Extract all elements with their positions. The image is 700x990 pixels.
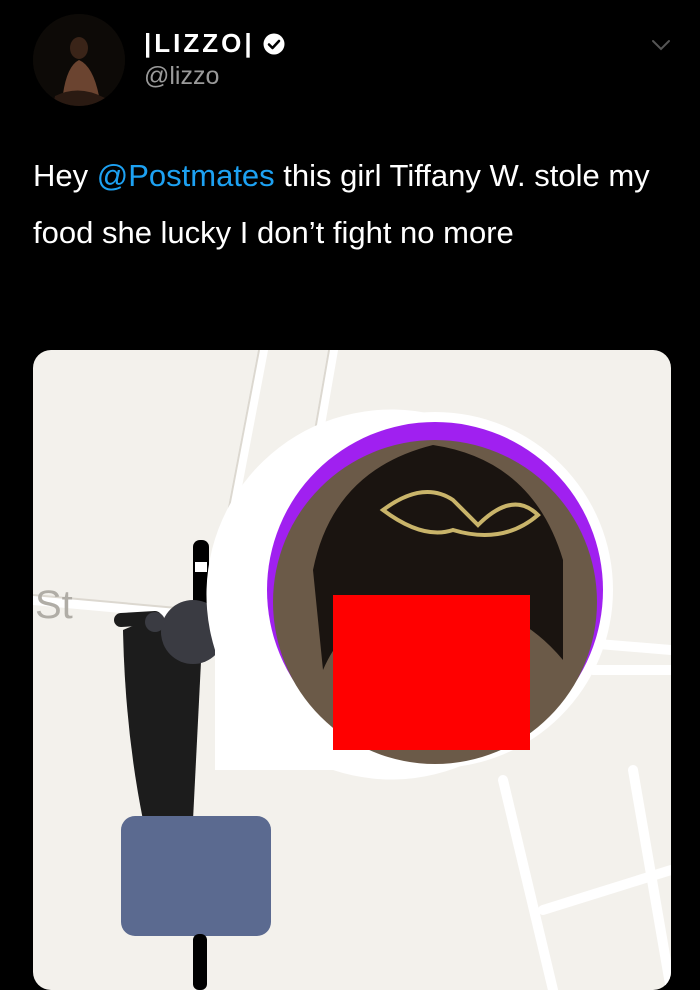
- tweet-text: Hey @Postmates this girl Tiffany W. stol…: [33, 147, 673, 261]
- author-name-row[interactable]: |LIZZO|: [144, 28, 285, 59]
- avatar-photo-icon: [33, 14, 125, 106]
- author-avatar[interactable]: [33, 14, 125, 106]
- tweet: |LIZZO| @lizzo Hey @Postmates this girl …: [0, 0, 700, 990]
- map-illustration: St: [33, 350, 671, 990]
- tweet-text-start: Hey: [33, 158, 97, 193]
- map-street-label: St: [35, 583, 73, 627]
- mention-link[interactable]: @Postmates: [97, 158, 275, 193]
- chevron-down-icon[interactable]: [651, 38, 671, 52]
- verified-badge-icon: [263, 33, 285, 54]
- tweet-media-image[interactable]: St: [33, 350, 671, 990]
- redaction-box: [333, 595, 530, 750]
- author-handle[interactable]: @lizzo: [144, 62, 219, 91]
- author-display-name[interactable]: |LIZZO|: [144, 28, 255, 59]
